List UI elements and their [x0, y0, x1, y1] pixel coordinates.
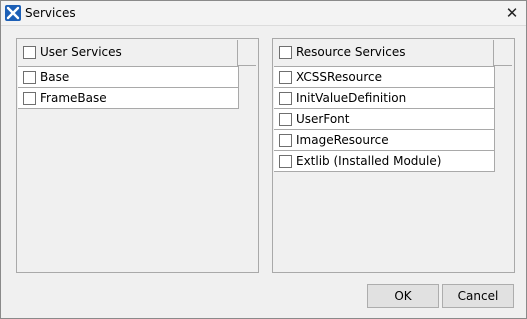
list-item-label: XCSSResource [296, 70, 382, 84]
list-item-label: UserFont [296, 112, 350, 126]
list-item-label: FrameBase [40, 91, 107, 105]
xcssresource-checkbox[interactable] [279, 71, 292, 84]
list-item-label: InitValueDefinition [296, 91, 407, 105]
resource-services-select-all-checkbox[interactable] [279, 46, 292, 59]
list-item-extlib[interactable]: Extlib (Installed Module) [274, 151, 494, 172]
list-item-userfont[interactable]: UserFont [274, 109, 494, 130]
userfont-checkbox[interactable] [279, 113, 292, 126]
resource-services-header: Resource Services [274, 40, 494, 67]
close-icon[interactable]: ✕ [498, 1, 526, 25]
resource-services-header-label: Resource Services [296, 45, 406, 59]
header-filler [493, 40, 512, 66]
user-services-panel: User Services Base FrameBase [16, 38, 259, 273]
user-services-header-label: User Services [40, 45, 122, 59]
extlib-checkbox[interactable] [279, 155, 292, 168]
resource-services-panel: Resource Services XCSSResource InitValue… [272, 38, 515, 273]
app-x-icon [5, 5, 21, 21]
list-item-label: ImageResource [296, 133, 389, 147]
list-item-xcssresource[interactable]: XCSSResource [274, 67, 494, 88]
window-title: Services [25, 6, 76, 20]
services-dialog: Services ✕ User Services Base FrameBase [0, 0, 527, 319]
base-checkbox[interactable] [23, 71, 36, 84]
cancel-button[interactable]: Cancel [442, 284, 514, 308]
list-item-label: Base [40, 70, 70, 84]
title-bar: Services ✕ [1, 1, 526, 26]
list-item-framebase[interactable]: FrameBase [18, 88, 238, 109]
user-services-header: User Services [18, 40, 238, 67]
user-services-select-all-checkbox[interactable] [23, 46, 36, 59]
initvaluedefinition-checkbox[interactable] [279, 92, 292, 105]
list-item-base[interactable]: Base [18, 67, 238, 88]
framebase-checkbox[interactable] [23, 92, 36, 105]
header-filler [237, 40, 256, 66]
list-item-label: Extlib (Installed Module) [296, 154, 442, 168]
list-item-imageresource[interactable]: ImageResource [274, 130, 494, 151]
list-item-initvaluedefinition[interactable]: InitValueDefinition [274, 88, 494, 109]
ok-button[interactable]: OK [367, 284, 439, 308]
imageresource-checkbox[interactable] [279, 134, 292, 147]
resource-services-grid: Resource Services XCSSResource InitValue… [274, 40, 495, 172]
user-services-grid: User Services Base FrameBase [18, 40, 239, 109]
